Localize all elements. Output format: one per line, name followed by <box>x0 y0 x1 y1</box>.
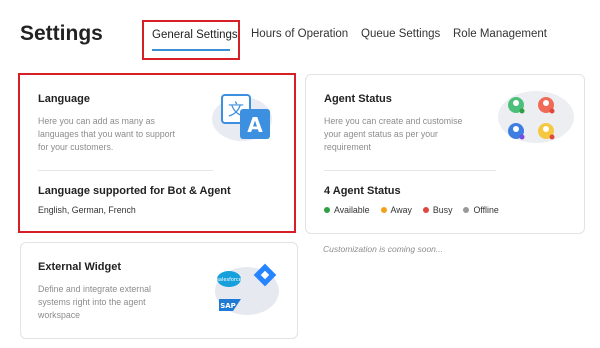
card-title: External Widget <box>38 261 122 273</box>
tab-role-management[interactable]: Role Management <box>453 20 547 40</box>
tab-general-settings[interactable]: General Settings <box>142 20 240 60</box>
salesforce-logo-text: salesforce <box>216 277 241 283</box>
status-dot <box>324 207 330 213</box>
supported-languages: English, German, French <box>38 205 136 215</box>
svg-text:A: A <box>247 113 263 137</box>
card-divider <box>324 170 496 171</box>
status-dot <box>380 207 387 213</box>
tab-queue-settings[interactable]: Queue Settings <box>361 20 440 40</box>
card-description: Define and integrate external systems ri… <box>38 284 151 320</box>
agent-status-card[interactable]: Agent Status Here you can create and cus… <box>305 74 585 234</box>
status-dot <box>422 207 429 213</box>
status-list: Available Away Busy Offline <box>324 205 510 215</box>
status-available: Available <box>324 205 370 215</box>
card-description: Here you can create and customise your a… <box>324 116 463 152</box>
external-widget-card[interactable]: External Widget Define and integrate ext… <box>20 242 298 339</box>
agent-avatars-icon <box>498 91 574 143</box>
card-description: Here you can add as many as languages th… <box>38 116 175 152</box>
language-card[interactable]: Language Here you can add as many as lan… <box>18 73 296 233</box>
integrations-icon: salesforce SAP <box>215 263 279 315</box>
page-title: Settings <box>20 22 103 45</box>
card-title: Language <box>38 93 90 105</box>
tab-hours-of-operation[interactable]: Hours of Operation <box>251 20 348 40</box>
card-divider <box>38 170 213 171</box>
status-offline: Offline <box>463 205 499 215</box>
status-dot <box>463 207 470 213</box>
tab-label: General Settings <box>152 29 238 41</box>
status-away: Away <box>380 205 412 215</box>
card-title: Agent Status <box>324 93 392 105</box>
translate-icon: 文 A <box>212 94 272 141</box>
sap-logo-text: SAP <box>220 302 236 310</box>
status-busy: Busy <box>422 205 452 215</box>
card-subtitle: 4 Agent Status <box>324 185 401 197</box>
active-tab-underline <box>152 49 230 51</box>
card-subtitle: Language supported for Bot & Agent <box>38 185 231 197</box>
coming-soon-note: Customization is coming soon... <box>323 244 443 254</box>
